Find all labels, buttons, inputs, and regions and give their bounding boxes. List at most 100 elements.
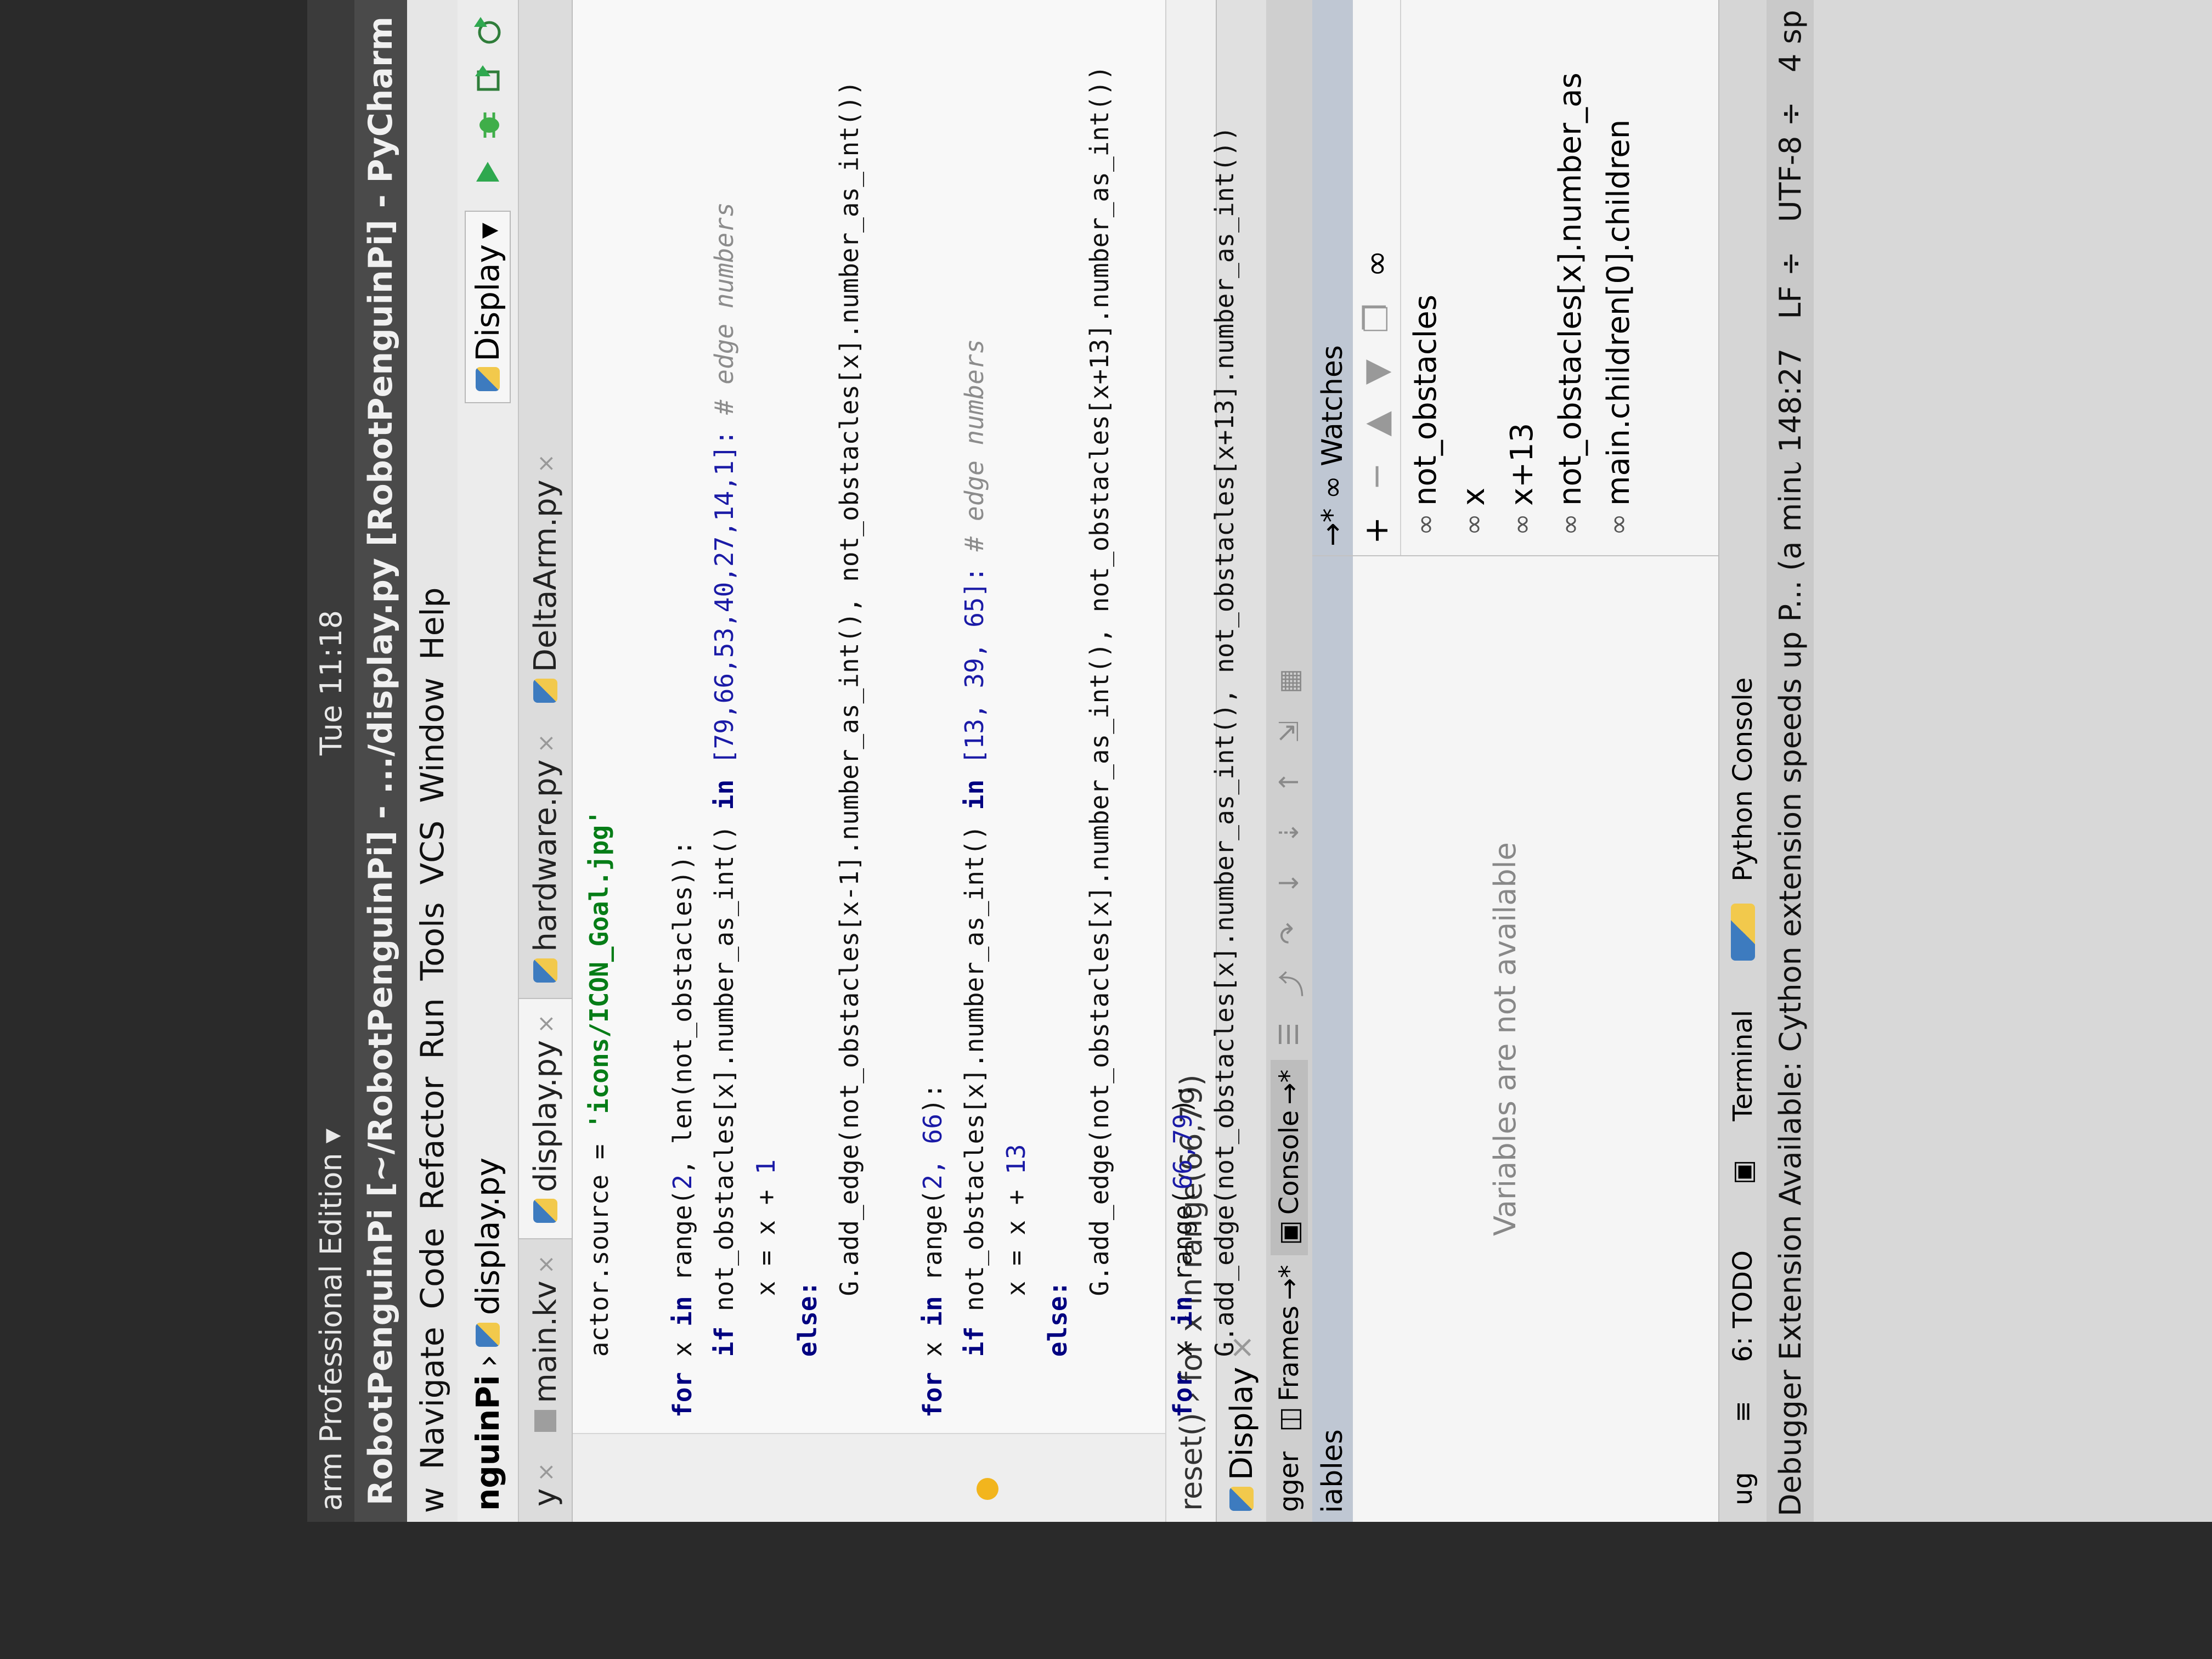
watch-item[interactable]: ∞ not_obstacles [1401, 0, 1449, 555]
tab-main-kv[interactable]: main.kv × [519, 1239, 572, 1447]
code-token: x [668, 1326, 697, 1372]
close-icon[interactable]: × [532, 1255, 559, 1274]
menu-window[interactable]: Window [414, 669, 451, 812]
code-line: x = x + 1 [745, 65, 787, 1418]
profile-icon[interactable] [471, 14, 504, 47]
run-config-label: Display [469, 244, 506, 362]
kv-file-icon [534, 1409, 556, 1432]
tab-deltaarm-py[interactable]: DeltaArm.py × [519, 438, 572, 718]
tab-label: y [527, 1488, 563, 1506]
watch-item[interactable]: ∞ main.children[0].children [1594, 0, 1643, 555]
code-line: x = x + 13 [995, 65, 1037, 1418]
indent-setting[interactable]: 4 sp [1773, 0, 1808, 82]
menu-view[interactable]: w [414, 1479, 451, 1522]
code-keyword: in [668, 1296, 697, 1327]
watch-icon: ∞ [1603, 514, 1634, 535]
code-line: else: [787, 65, 828, 1418]
code-keyword: if [709, 1326, 739, 1357]
close-icon[interactable]: × [532, 733, 559, 753]
code-number: [13, 39, 65]: [960, 551, 989, 780]
tab-label: DeltaArm.py [527, 479, 563, 673]
python-file-icon [533, 1199, 557, 1223]
close-icon[interactable]: × [532, 1014, 559, 1034]
crumb-function[interactable]: reset() [1174, 1413, 1209, 1511]
menu-run[interactable]: Run [414, 989, 451, 1068]
code-line-current: for x in range(66,79): [1162, 65, 1204, 1418]
close-icon[interactable]: × [532, 1463, 559, 1482]
code-number: 13 [1001, 1144, 1031, 1175]
tool-python-console[interactable]: Python Console [1728, 645, 1758, 977]
tab-display-py[interactable]: display.py × [518, 997, 572, 1240]
app-menu[interactable]: arm Professional Edition ▾ [314, 755, 348, 1522]
run-config-select[interactable]: Display ▾ [465, 211, 511, 403]
add-watch-icon[interactable]: + [1357, 517, 1396, 544]
copy-icon[interactable]: ❐ [1357, 303, 1396, 333]
move-up-icon[interactable]: ▲ [1357, 411, 1396, 436]
coverage-icon[interactable] [471, 61, 504, 94]
clock[interactable]: Tue 11:18 [314, 0, 348, 755]
code-token: range( [668, 1189, 697, 1296]
code-line: if not_obstacles[x].number_as_int() in [… [953, 65, 995, 1418]
menu-code[interactable]: Code [414, 1219, 451, 1318]
status-message[interactable]: Debugger Extension Available: Cython ext… [1773, 462, 1808, 1522]
code-token: range( [1168, 1189, 1198, 1296]
menu-help[interactable]: Help [414, 579, 451, 669]
watch-item[interactable]: ∞ x [1449, 0, 1498, 555]
python-icon [476, 366, 500, 391]
code-keyword: else: [793, 1280, 822, 1357]
status-bar: Debugger Extension Available: Cython ext… [1767, 0, 1814, 1522]
line-separator[interactable]: LF ÷ [1773, 241, 1808, 329]
editor-gutter[interactable] [573, 1433, 1165, 1522]
breakpoint-icon[interactable] [977, 1478, 998, 1500]
watch-item[interactable]: ∞ not_obstacles[x].number_as [1546, 0, 1594, 555]
code-token: not_obstacles[x].number_as_int() [709, 810, 739, 1327]
nav-file[interactable]: display.py [469, 1158, 506, 1315]
code-comment: # edge numbers [709, 202, 739, 415]
debug-icon[interactable] [471, 109, 504, 142]
menu-vcs[interactable]: VCS [414, 812, 451, 894]
code-line: G.add_edge(not_obstacles[x-1].number_as_… [828, 65, 870, 1418]
code-keyword: in [1168, 1296, 1198, 1327]
move-down-icon[interactable]: ▼ [1357, 359, 1396, 385]
python-file-icon [533, 958, 557, 983]
menu-refactor[interactable]: Refactor [414, 1068, 451, 1219]
tab-y[interactable]: y × [519, 1447, 572, 1522]
variables-header: iables [1312, 556, 1353, 1522]
file-encoding[interactable]: UTF-8 ÷ [1773, 92, 1808, 232]
code-line: if not_obstacles[x].number_as_int() in [… [703, 65, 745, 1418]
code-editor[interactable]: actor.source = 'icons/ICON_Goal.jpg' for… [573, 0, 1239, 1522]
remove-watch-icon[interactable]: − [1357, 462, 1396, 490]
tab-label: display.py [527, 1040, 563, 1193]
code-token: actor.source = [584, 1128, 614, 1357]
code-token: G.add_edge(not_obstacles[x].number_as_in… [1210, 126, 1239, 1357]
code-keyword: in [960, 779, 989, 810]
tool-terminal[interactable]: ▣ Terminal [1728, 977, 1758, 1217]
tool-debug[interactable]: ug [1728, 1455, 1758, 1522]
tool-todo[interactable]: ≡ 6: TODO [1728, 1217, 1758, 1455]
debugger-tab-label[interactable]: gger [1271, 1442, 1308, 1522]
code-token: x = x + [751, 1174, 781, 1296]
close-icon[interactable]: × [532, 454, 559, 473]
watch-expression: not_obstacles [1407, 295, 1443, 506]
cursor-position[interactable]: 148:27 [1773, 338, 1808, 462]
menu-navigate[interactable]: Navigate [414, 1318, 451, 1478]
menu-tools[interactable]: Tools [414, 894, 451, 990]
code-text: actor.source = 'icons/ICON_Goal.jpg' for… [578, 65, 1287, 1418]
code-keyword: else: [1043, 1280, 1073, 1357]
watch-item[interactable]: ∞ x+13 [1498, 0, 1546, 555]
code-keyword: for [918, 1372, 947, 1418]
python-console-label: Python Console [1728, 677, 1758, 882]
navigation-bar: nguinPi › display.py Display ▾ [458, 0, 519, 1522]
tab-hardware-py[interactable]: hardware.py × [519, 718, 572, 997]
run-icon[interactable] [471, 156, 504, 189]
watch-icon[interactable]: ∞ [1357, 250, 1396, 277]
python-icon [1229, 1487, 1254, 1511]
code-token: ): [1168, 1083, 1198, 1114]
nav-project[interactable]: nguinPi [469, 1375, 506, 1511]
code-line: G.add_edge(not_obstacles[x].number_as_in… [1079, 65, 1120, 1418]
watches-toolbar: + − ▲ ▼ ❐ ∞ [1353, 0, 1401, 555]
code-number: 66,79 [1168, 1114, 1198, 1190]
code-token: x [1168, 1326, 1198, 1372]
